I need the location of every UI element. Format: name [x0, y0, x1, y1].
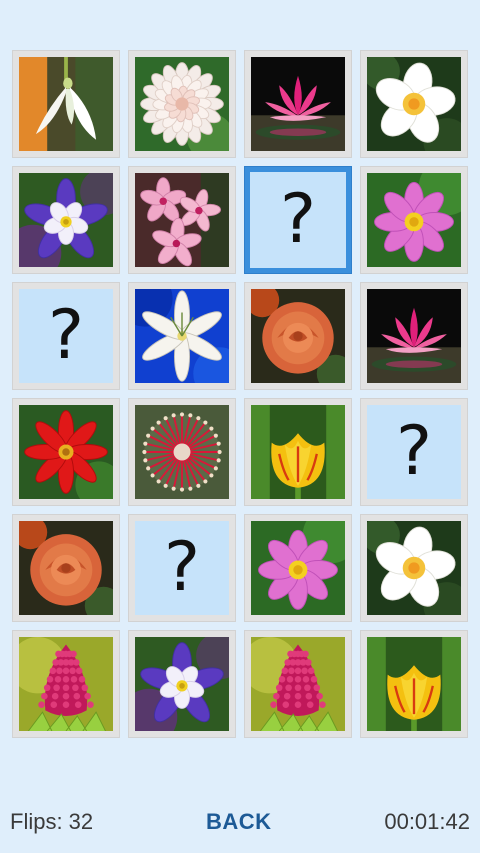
card-back-question: ? [367, 405, 461, 499]
memory-card[interactable] [12, 50, 120, 158]
cosmos-icon [251, 521, 345, 615]
memory-card[interactable] [12, 398, 120, 506]
memory-card[interactable] [244, 514, 352, 622]
memory-card[interactable] [12, 514, 120, 622]
memory-card[interactable] [12, 166, 120, 274]
memory-card[interactable] [360, 514, 468, 622]
memory-card[interactable] [360, 166, 468, 274]
memory-card[interactable] [360, 282, 468, 390]
memory-card[interactable] [244, 50, 352, 158]
memory-card[interactable]: ? [12, 282, 120, 390]
memory-card[interactable] [128, 282, 236, 390]
memory-card[interactable] [244, 282, 352, 390]
water-lily-icon [251, 57, 345, 151]
cone-flower-icon [251, 637, 345, 731]
back-button[interactable]: BACK [206, 809, 272, 835]
memory-card[interactable]: ? [128, 514, 236, 622]
tulip-icon [251, 405, 345, 499]
memory-card[interactable] [128, 166, 236, 274]
memory-card[interactable] [12, 630, 120, 738]
plumeria-icon [367, 521, 461, 615]
card-back-question: ? [135, 521, 229, 615]
lily-icon [135, 289, 229, 383]
orchid-icon [135, 173, 229, 267]
game-timer: 00:01:42 [384, 809, 470, 834]
cosmos-icon [367, 173, 461, 267]
columbine-icon [19, 173, 113, 267]
memory-card[interactable]: ? [244, 166, 352, 274]
snowdrop-icon [19, 57, 113, 151]
cone-flower-icon [19, 637, 113, 731]
memory-card[interactable] [360, 630, 468, 738]
spiky-flower-icon [135, 405, 229, 499]
memory-card[interactable] [360, 50, 468, 158]
dahlia-icon [19, 405, 113, 499]
memory-card[interactable] [244, 398, 352, 506]
memory-card[interactable] [244, 630, 352, 738]
card-grid: ? ? ? ? [12, 50, 468, 738]
footer-bar: Flips: 32 BACK 00:01:42 [0, 800, 480, 844]
dahlia-icon [135, 57, 229, 151]
plumeria-icon [367, 57, 461, 151]
card-back-question: ? [250, 172, 346, 268]
memory-card[interactable]: ? [360, 398, 468, 506]
tulip-icon [367, 637, 461, 731]
water-lily-icon [367, 289, 461, 383]
columbine-icon [135, 637, 229, 731]
card-back-question: ? [19, 289, 113, 383]
flips-counter: Flips: 32 [10, 809, 94, 834]
memory-card[interactable] [128, 50, 236, 158]
memory-card[interactable] [128, 630, 236, 738]
rose-icon [19, 521, 113, 615]
memory-card[interactable] [128, 398, 236, 506]
rose-icon [251, 289, 345, 383]
